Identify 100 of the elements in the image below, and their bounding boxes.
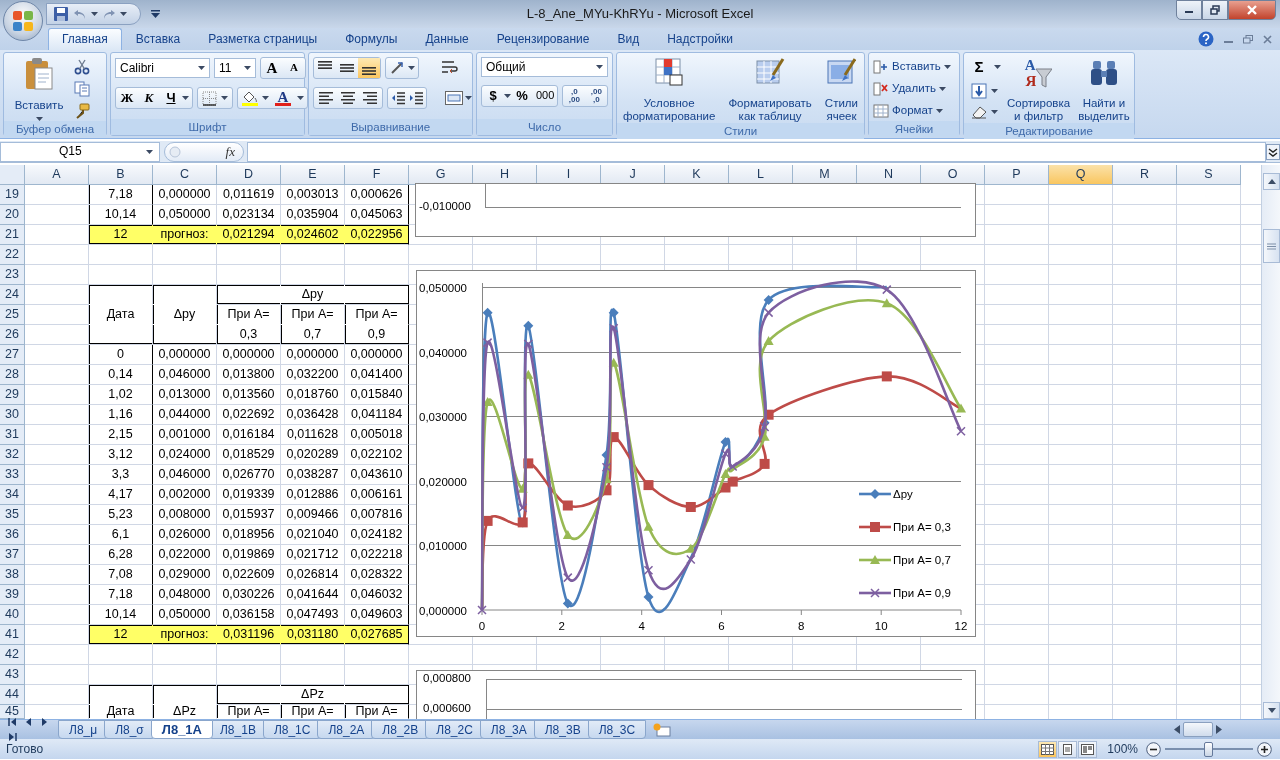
column-header[interactable]: R (1113, 165, 1177, 185)
dropdown-caret-icon[interactable] (943, 65, 951, 69)
row-header[interactable]: 45 (0, 705, 25, 719)
scroll-down-button[interactable] (1263, 702, 1280, 719)
row-header[interactable]: 30 (0, 405, 25, 425)
insert-function-button[interactable]: fx (225, 143, 235, 160)
row-header[interactable]: 38 (0, 565, 25, 585)
format-button[interactable]: Формат (873, 101, 955, 121)
scroll-up-button[interactable] (1263, 173, 1280, 190)
customize-toolbar-icon[interactable] (151, 10, 160, 18)
dropdown-caret-icon[interactable] (91, 12, 98, 16)
dropdown-caret-icon[interactable] (221, 96, 228, 100)
row-header[interactable]: 22 (0, 245, 25, 265)
row-header[interactable]: 39 (0, 585, 25, 605)
dropdown-caret-icon[interactable] (244, 66, 251, 70)
scissors-icon[interactable] (74, 59, 90, 75)
new-sheet-icon[interactable] (652, 722, 673, 737)
row-header[interactable]: 29 (0, 385, 25, 405)
scrollbar-thumb[interactable] (1183, 722, 1213, 737)
align-center-icon[interactable] (340, 90, 356, 106)
cell-styles-button[interactable]: Стили ячеек (822, 57, 860, 123)
dropdown-caret-icon[interactable] (182, 96, 189, 100)
dropdown-caret-icon[interactable] (991, 89, 998, 93)
row-header[interactable]: 32 (0, 445, 25, 465)
column-header[interactable]: B (89, 165, 153, 185)
font-size-field[interactable]: 11 (214, 58, 256, 78)
minimize-button[interactable] (1176, 0, 1202, 20)
dropdown-caret-icon[interactable] (120, 12, 127, 16)
ribbon-tab[interactable]: Вставка (121, 28, 195, 50)
row-header[interactable]: 27 (0, 345, 25, 365)
italic-button[interactable]: К (138, 88, 160, 108)
dropdown-caret-icon[interactable] (935, 109, 943, 113)
help-icon[interactable] (1198, 31, 1214, 47)
format-as-table-button[interactable]: Форматировать как таблицу (726, 57, 814, 123)
row-header[interactable]: 44 (0, 685, 25, 705)
vertical-align-button[interactable] (358, 58, 380, 78)
align-right-icon[interactable] (362, 90, 378, 106)
merge-cells-icon[interactable] (445, 91, 463, 105)
row-header[interactable]: 37 (0, 545, 25, 565)
column-header[interactable]: O (921, 165, 985, 185)
left-arrow-icon[interactable] (1174, 725, 1180, 734)
last-sheet-icon[interactable] (8, 733, 17, 741)
row-header[interactable]: 23 (0, 265, 25, 285)
slider-thumb[interactable] (1204, 741, 1213, 757)
number-format-field[interactable]: Общий (481, 57, 608, 77)
close-icon[interactable] (1263, 34, 1272, 44)
decrease-indent-icon[interactable] (391, 91, 405, 105)
right-arrow-icon[interactable] (1216, 725, 1222, 734)
row-header[interactable]: 21 (0, 225, 25, 245)
dropdown-caret-icon[interactable] (146, 149, 153, 154)
percent-button[interactable]: % (511, 86, 533, 106)
column-header[interactable]: H (473, 165, 537, 185)
decrease-decimal-button[interactable]: ,00 ,0 (585, 86, 608, 106)
ribbon-tab[interactable]: Формулы (331, 28, 412, 50)
dropdown-caret-icon[interactable] (465, 96, 472, 100)
grow-font-button[interactable]: A (261, 58, 283, 78)
column-header[interactable]: P (985, 165, 1049, 185)
row-header[interactable]: 19 (0, 185, 25, 205)
row-header[interactable]: 28 (0, 365, 25, 385)
column-header[interactable]: N (857, 165, 921, 185)
save-icon[interactable] (53, 6, 69, 22)
increase-decimal-button[interactable]: ,0 ,00 (563, 86, 586, 106)
dropdown-caret-icon[interactable] (991, 110, 998, 114)
row-header[interactable]: 43 (0, 665, 25, 685)
office-button[interactable] (3, 1, 43, 41)
vertical-scrollbar[interactable] (1261, 165, 1280, 719)
column-header[interactable]: Q (1049, 165, 1113, 185)
sheet-tab[interactable]: Л8_3С (587, 720, 647, 739)
ribbon-tab[interactable]: Рецензирование (482, 28, 604, 50)
ribbon-tab[interactable]: Вид (603, 28, 654, 50)
paintbrush-icon[interactable] (74, 103, 90, 119)
row-header[interactable]: 33 (0, 465, 25, 485)
row-header[interactable]: 31 (0, 425, 25, 445)
sheet-tab[interactable]: Л8_1А (150, 720, 213, 739)
ribbon-tab[interactable]: Надстройки (653, 28, 747, 50)
ribbon-tab[interactable]: Главная (48, 28, 122, 50)
shrink-font-button[interactable]: A (283, 58, 305, 78)
bold-button[interactable]: Ж (116, 88, 138, 108)
fill-down-icon[interactable] (971, 83, 987, 99)
text-orientation-icon[interactable] (389, 60, 405, 76)
autosum-button[interactable]: Σ (968, 57, 990, 77)
column-header[interactable]: F (345, 165, 409, 185)
close-button[interactable] (1228, 0, 1276, 20)
column-header[interactable]: A (25, 165, 89, 185)
view-button[interactable] (1078, 740, 1098, 758)
paste-button[interactable]: Вставить (8, 57, 70, 121)
row-header[interactable]: 36 (0, 525, 25, 545)
ribbon-tab[interactable]: Разметка страницы (194, 28, 332, 50)
view-button[interactable] (1058, 740, 1078, 758)
column-header[interactable]: C (153, 165, 217, 185)
column-header[interactable]: G (409, 165, 473, 185)
increase-indent-icon[interactable] (409, 91, 423, 105)
ribbon-tab[interactable]: Данные (411, 28, 483, 50)
first-sheet-icon[interactable] (8, 718, 17, 726)
row-header[interactable]: 42 (0, 645, 25, 665)
zoom-in-icon[interactable] (1257, 741, 1272, 757)
dropdown-caret-icon[interactable] (198, 66, 205, 70)
dropdown-caret-icon[interactable] (504, 94, 511, 98)
copy-icon[interactable] (74, 81, 90, 97)
thousands-button[interactable]: 000 (533, 86, 558, 106)
